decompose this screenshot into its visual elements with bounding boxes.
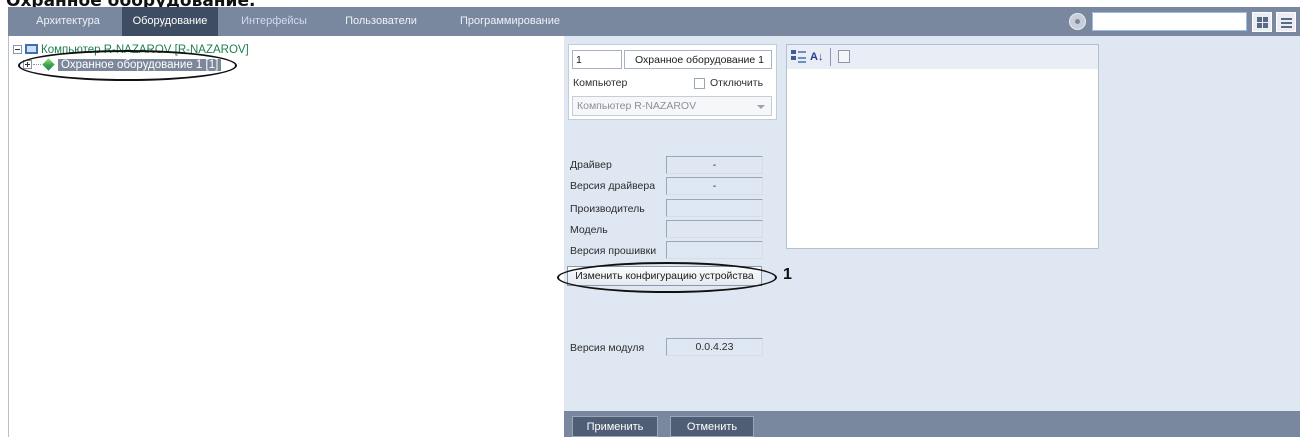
computer-icon bbox=[25, 43, 38, 54]
module-version-label: Версия модуля bbox=[570, 342, 645, 354]
computer-select[interactable]: Компьютер R-NAZAROV bbox=[572, 96, 772, 116]
grid-view-button[interactable] bbox=[1252, 12, 1272, 32]
categorized-icon[interactable] bbox=[791, 49, 807, 65]
apply-button[interactable]: Применить bbox=[572, 416, 658, 437]
computer-select-value: Компьютер R-NAZAROV bbox=[577, 100, 697, 112]
toolbar-divider bbox=[830, 48, 831, 66]
driver-version-field: - bbox=[666, 177, 763, 195]
cancel-button[interactable]: Отменить bbox=[670, 416, 754, 437]
tab-architecture[interactable]: Архитектура bbox=[20, 7, 116, 36]
grid-icon bbox=[1257, 17, 1268, 28]
property-grid-toolbar: A↓ bbox=[787, 45, 1098, 69]
chevron-down-icon bbox=[757, 105, 765, 109]
driver-version-label: Версия драйвера bbox=[570, 180, 656, 192]
app-window: Охранное оборудование. Архитектура Обору… bbox=[0, 0, 1302, 437]
settings-gear-icon[interactable] bbox=[1069, 13, 1086, 30]
bottom-action-bar: Применить Отменить bbox=[564, 411, 1300, 437]
device-name-field[interactable] bbox=[624, 50, 772, 69]
manufacturer-field bbox=[666, 199, 763, 217]
model-field bbox=[666, 220, 763, 238]
annotation-number: 1 bbox=[783, 266, 792, 283]
annotation-oval-tree bbox=[18, 50, 237, 81]
device-id-field[interactable] bbox=[572, 50, 622, 69]
tab-equipment[interactable]: Оборудование bbox=[122, 7, 218, 36]
driver-field: - bbox=[666, 156, 763, 174]
menu-button[interactable] bbox=[1276, 12, 1296, 32]
model-label: Модель bbox=[570, 224, 608, 236]
module-version-field: 0.0.4.23 bbox=[666, 338, 763, 356]
object-tree: Компьютер R-NAZAROV [R-NAZAROV] Охранное… bbox=[8, 36, 564, 437]
property-grid: A↓ bbox=[786, 44, 1099, 249]
tab-interfaces[interactable]: Интерфейсы bbox=[234, 7, 314, 36]
firmware-label: Версия прошивки bbox=[570, 245, 657, 257]
driver-label: Драйвер bbox=[570, 159, 612, 171]
firmware-field bbox=[666, 241, 763, 259]
computer-label: Компьютер bbox=[573, 77, 628, 89]
tab-users[interactable]: Пользователи bbox=[338, 7, 424, 36]
annotation-oval-button bbox=[557, 262, 777, 293]
manufacturer-label: Производитель bbox=[570, 203, 645, 215]
disable-label: Отключить bbox=[710, 77, 764, 89]
search-input[interactable] bbox=[1092, 12, 1247, 31]
sort-alphabetical-icon[interactable]: A↓ bbox=[810, 49, 826, 65]
main-tab-bar: Архитектура Оборудование Интерфейсы Поль… bbox=[8, 7, 1300, 36]
device-header-box: Компьютер Отключить Компьютер R-NAZAROV bbox=[568, 44, 777, 120]
menu-icon bbox=[1281, 17, 1292, 28]
tab-programming[interactable]: Программирование bbox=[452, 7, 568, 36]
property-pages-icon[interactable] bbox=[838, 50, 850, 63]
collapse-icon[interactable] bbox=[13, 45, 22, 55]
disable-checkbox[interactable] bbox=[694, 78, 705, 89]
